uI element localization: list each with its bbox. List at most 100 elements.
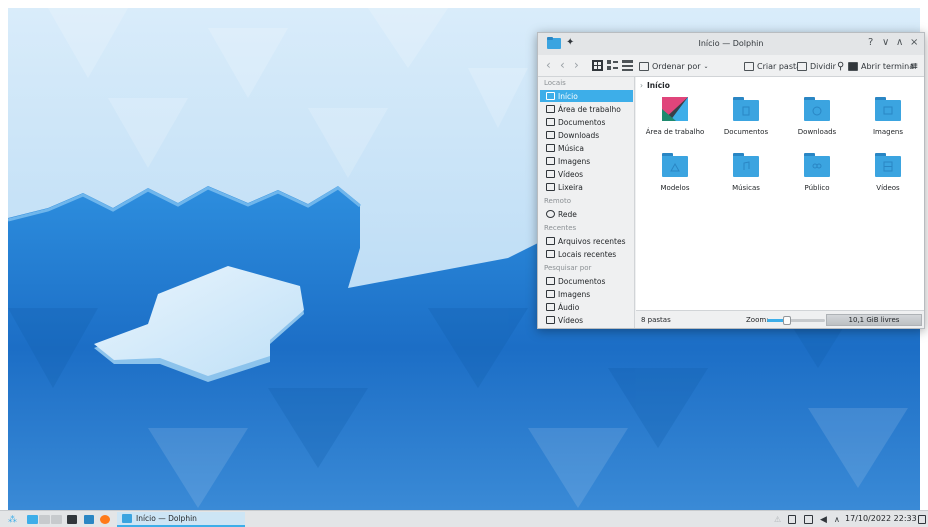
section-title-remote: Remoto <box>544 197 571 205</box>
sidebar-item-home[interactable]: Início <box>540 90 633 102</box>
sidebar-item-search-images[interactable]: Imagens <box>540 288 633 300</box>
desktop-2-icon[interactable] <box>39 515 50 524</box>
task-dolphin[interactable]: Início — Dolphin <box>117 512 245 527</box>
clipboard-icon[interactable] <box>788 514 796 525</box>
folder-item-desktop[interactable]: Área de trabalho <box>642 97 708 143</box>
folder-item-documents[interactable]: Documentos <box>713 97 779 143</box>
sidebar-item-music[interactable]: Música <box>540 142 633 154</box>
sidebar-item-desktop[interactable]: Área de trabalho <box>540 103 633 115</box>
breadcrumb[interactable]: › Início <box>640 81 670 90</box>
folder-name: Downloads <box>797 128 837 136</box>
display-icon[interactable] <box>804 514 813 525</box>
documents-icon <box>546 277 555 285</box>
folder-item-templates[interactable]: Modelos <box>642 153 708 199</box>
sidebar-item-downloads[interactable]: Downloads <box>540 129 633 141</box>
videos-folder-icon <box>875 153 901 177</box>
tray-expand-icon[interactable]: ∧ <box>834 514 840 525</box>
open-terminal-button[interactable]: Abrir terminal <box>848 60 916 73</box>
sidebar-item-network[interactable]: Rede <box>540 208 633 220</box>
images-icon <box>546 157 555 165</box>
title-bar[interactable]: ✦ Início — Dolphin ? ∨ ∧ × <box>538 33 924 55</box>
folder-item-downloads[interactable]: Downloads <box>784 97 850 143</box>
task-label: Início — Dolphin <box>136 514 197 523</box>
trash-icon <box>546 183 555 191</box>
images-icon <box>546 290 555 298</box>
breadcrumb-arrow-icon: › <box>640 81 643 90</box>
folder-item-images[interactable]: Imagens <box>855 97 921 143</box>
sidebar-item-label: Música <box>558 143 584 153</box>
hamburger-menu-icon[interactable]: ≡ <box>910 60 918 73</box>
compact-view-icon[interactable] <box>607 60 618 71</box>
clock[interactable]: 17/10/2022 22:33 <box>845 514 917 523</box>
folder-name: Vídeos <box>876 184 900 192</box>
templates-folder-icon <box>662 153 688 177</box>
downloads-folder-icon <box>804 97 830 121</box>
system-settings-launcher[interactable] <box>67 514 77 525</box>
section-title-search: Pesquisar por <box>544 264 592 272</box>
taskbar: ⁂ Início — Dolphin ⚠ ◀ ∧ 17/10/2022 22:3… <box>0 510 928 527</box>
zoom-label: Zoom: <box>746 316 769 324</box>
volume-icon[interactable]: ◀ <box>820 514 827 525</box>
app-launcher-icon[interactable]: ⁂ <box>8 514 17 525</box>
show-desktop-shape <box>918 515 926 524</box>
search-icon[interactable]: ⚲ <box>837 60 844 73</box>
notifications-icon[interactable]: ⚠ <box>774 514 781 525</box>
sidebar-item-search-audio[interactable]: Áudio <box>540 301 633 313</box>
virtual-desktop-pager[interactable] <box>27 514 62 525</box>
details-view-icon[interactable] <box>622 60 633 71</box>
sidebar-item-videos[interactable]: Vídeos <box>540 168 633 180</box>
desktop-1-icon[interactable] <box>27 515 38 524</box>
sidebar-item-search-documents[interactable]: Documentos <box>540 275 633 287</box>
images-folder-icon <box>875 97 901 121</box>
sort-label: Ordenar por <box>652 62 701 71</box>
show-desktop-icon[interactable] <box>918 514 926 525</box>
folder-item-videos[interactable]: Vídeos <box>855 153 921 199</box>
back-icon[interactable]: ‹ <box>546 58 551 72</box>
folder-name: Público <box>804 184 830 192</box>
firefox-launcher[interactable] <box>100 514 110 525</box>
places-panel: Locais Início Área de trabalho Documento… <box>538 77 635 328</box>
folder-icon <box>122 514 132 523</box>
documents-folder-icon <box>733 97 759 121</box>
dolphin-window: ✦ Início — Dolphin ? ∨ ∧ × ‹ ‹ › Ordenar… <box>537 32 925 329</box>
videos-icon <box>546 170 555 178</box>
music-folder-icon <box>733 153 759 177</box>
forward-icon[interactable]: ‹ <box>560 58 565 72</box>
forward-arrow-icon[interactable]: › <box>574 58 579 72</box>
sidebar-item-recent-files[interactable]: Arquivos recentes <box>540 235 633 247</box>
zoom-slider[interactable] <box>767 316 825 325</box>
sort-button[interactable]: Ordenar por ⌄ <box>639 60 709 73</box>
videos-icon <box>546 316 555 324</box>
sidebar-item-trash[interactable]: Lixeira <box>540 181 633 193</box>
folder-item-public[interactable]: Público <box>784 153 850 199</box>
sidebar-item-label: Imagens <box>558 289 591 299</box>
sidebar-item-images[interactable]: Imagens <box>540 155 633 167</box>
free-space-bar: 10,1 GiB livres <box>826 314 922 326</box>
maximize-button[interactable]: ∧ <box>896 37 903 49</box>
sidebar-item-label: Imagens <box>558 156 591 166</box>
breadcrumb-current[interactable]: Início <box>647 81 670 90</box>
folder-item-music[interactable]: Músicas <box>713 153 779 199</box>
help-button[interactable]: ? <box>868 37 873 49</box>
desktop-3-icon[interactable] <box>51 515 62 524</box>
new-folder-label: Criar pasta <box>757 62 802 71</box>
display-shape <box>804 515 813 524</box>
section-title-places: Locais <box>544 79 566 87</box>
icons-view-icon[interactable] <box>592 60 603 71</box>
sidebar-item-documents[interactable]: Documentos <box>540 116 633 128</box>
file-view: › Início Área de trabalho Documentos Dow… <box>636 77 924 328</box>
terminal-icon <box>848 62 858 71</box>
zoom-slider-handle[interactable] <box>783 316 792 325</box>
sidebar-item-recent-locations[interactable]: Locais recentes <box>540 248 633 260</box>
new-folder-button[interactable]: Criar pasta <box>744 60 801 73</box>
network-icon <box>546 210 555 218</box>
sidebar-item-search-videos[interactable]: Vídeos <box>540 314 633 326</box>
split-label: Dividir <box>810 62 836 71</box>
close-button[interactable]: × <box>910 37 918 49</box>
sort-icon <box>639 62 649 71</box>
discover-launcher[interactable] <box>84 514 94 525</box>
minimize-button[interactable]: ∨ <box>882 37 889 49</box>
split-button[interactable]: Dividir <box>797 60 836 73</box>
sidebar-item-label: Arquivos recentes <box>558 236 626 246</box>
public-folder-icon <box>804 153 830 177</box>
